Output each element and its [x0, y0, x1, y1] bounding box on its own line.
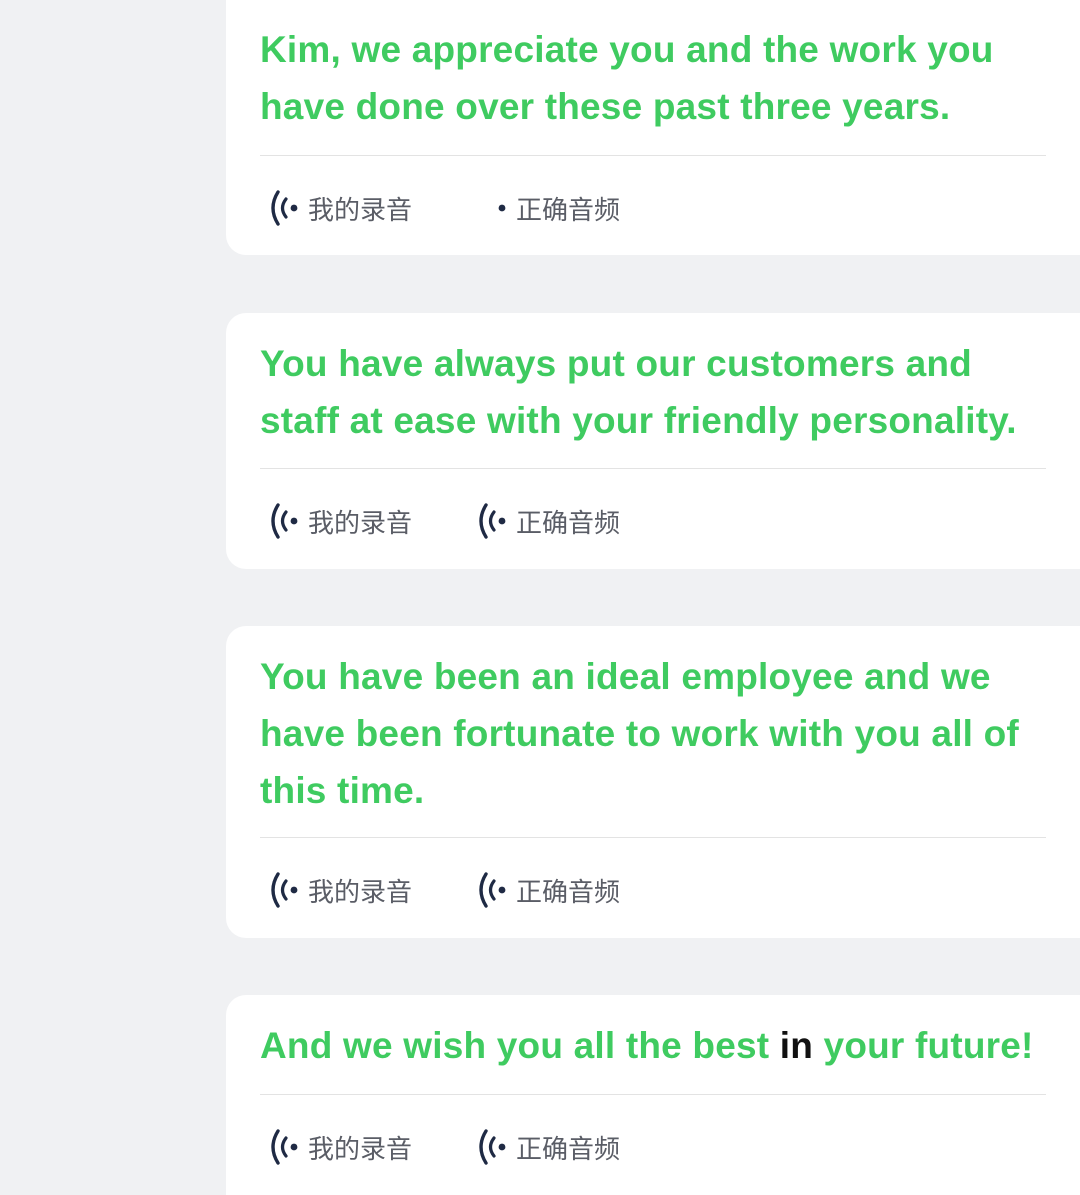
sentence-segment: And we wish you all the best [260, 1025, 780, 1066]
correct-audio-label: 正确音频 [516, 195, 621, 226]
sound-wave-icon [479, 1129, 506, 1165]
sentence-text: Kim, we appreciate you and the work you … [260, 21, 1050, 135]
sentence-card-3: You have been an ideal employee and we h… [226, 626, 1080, 938]
sentence-line: staff at ease with your friendly persona… [260, 400, 1017, 441]
divider [260, 155, 1046, 156]
my-recording-label: 我的录音 [308, 877, 413, 908]
divider [260, 1094, 1046, 1095]
sentence-text: You have been an ideal employee and we h… [260, 648, 1050, 819]
mispronounced-word: in [779, 1025, 814, 1066]
sentence-line: You have always put our customers and [260, 343, 972, 384]
sentence-text: And we wish you all the best in your fut… [260, 1017, 1050, 1074]
my-recording-label: 我的录音 [308, 508, 413, 539]
correct-audio-button[interactable]: 正确音频 [474, 499, 620, 543]
sentence-line: Kim, we appreciate you and the work you [260, 29, 994, 70]
sentence-line: You have been an ideal employee and we [260, 656, 991, 697]
divider [260, 837, 1046, 838]
sentence-card-2: You have always put our customers and st… [226, 313, 1080, 569]
my-recording-button[interactable]: 我的录音 [266, 1125, 412, 1169]
correct-audio-button[interactable]: 正确音频 [474, 186, 620, 230]
divider [260, 468, 1046, 469]
sound-wave-icon [271, 190, 298, 226]
correct-audio-label: 正确音频 [516, 877, 621, 908]
my-recording-button[interactable]: 我的录音 [266, 499, 412, 543]
correct-audio-button[interactable]: 正确音频 [474, 1125, 620, 1169]
sound-wave-icon [479, 503, 506, 539]
correct-audio-label: 正确音频 [516, 508, 621, 539]
my-recording-label: 我的录音 [308, 1134, 413, 1165]
sound-wave-icon [271, 503, 298, 539]
my-recording-button[interactable]: 我的录音 [266, 186, 412, 230]
correct-audio-label: 正确音频 [516, 1134, 621, 1165]
my-recording-label: 我的录音 [308, 195, 413, 226]
correct-audio-button[interactable]: 正确音频 [474, 868, 620, 912]
sentence-text: You have always put our customers and st… [260, 335, 1050, 449]
sentence-line: have done over these past three years. [260, 86, 951, 127]
dot-icon [498, 204, 506, 212]
sound-wave-icon [271, 872, 298, 908]
sound-wave-icon [479, 872, 506, 908]
sentence-card-1: Kim, we appreciate you and the work you … [226, 0, 1080, 255]
sentence-segment: your future! [813, 1025, 1034, 1066]
sentence-line: have been fortunate to work with you all… [260, 713, 1019, 754]
sentence-line: this time. [260, 770, 425, 811]
sound-wave-icon [271, 1129, 298, 1165]
sentence-card-4: And we wish you all the best in your fut… [226, 995, 1080, 1195]
my-recording-button[interactable]: 我的录音 [266, 868, 412, 912]
